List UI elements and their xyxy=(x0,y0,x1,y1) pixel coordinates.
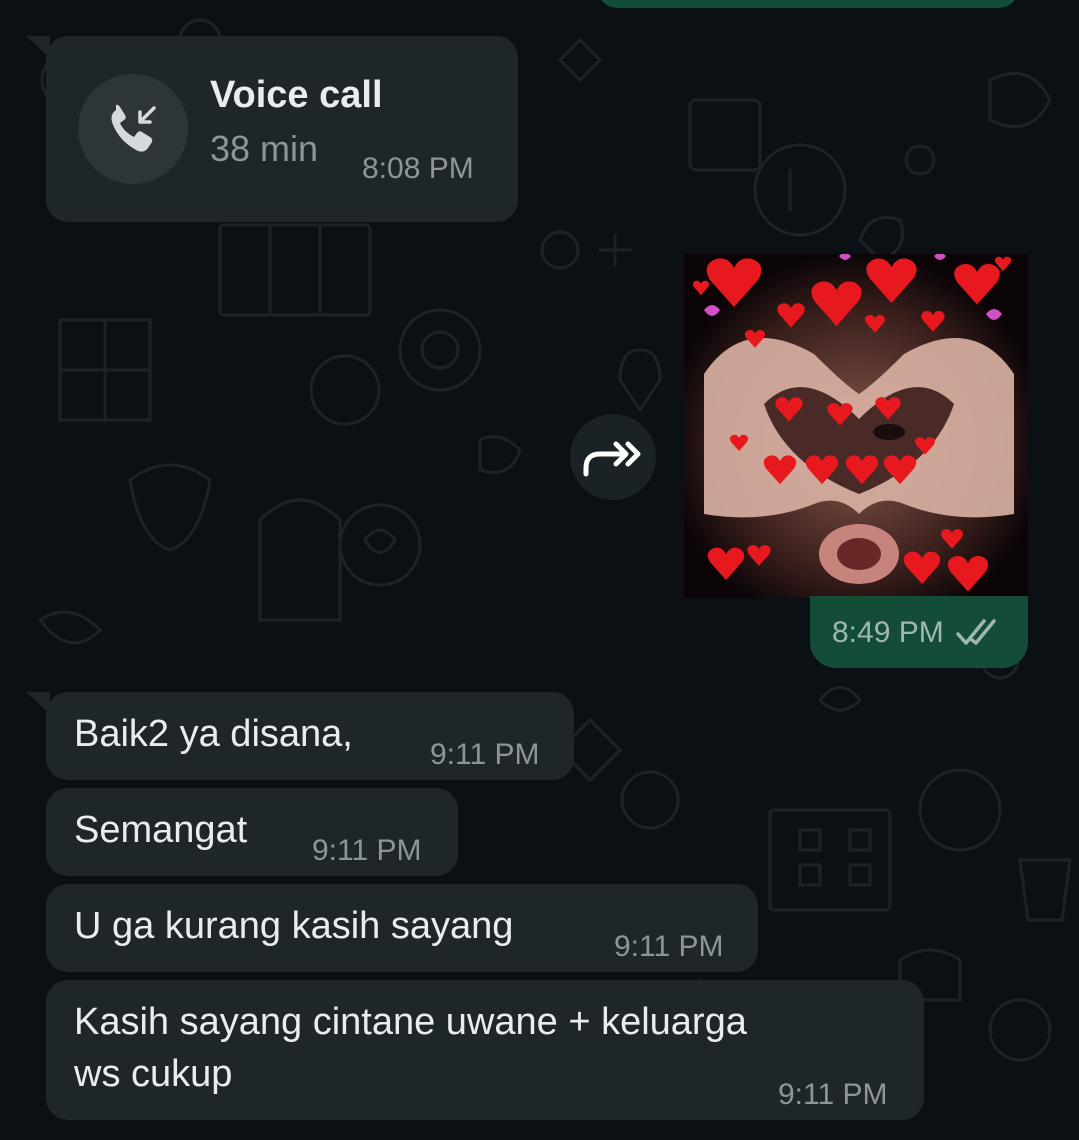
message-text-line-2: ws cukup xyxy=(74,1053,233,1095)
voice-call-message[interactable]: Voice call 38 min 8:08 PM xyxy=(46,36,518,222)
sent-image-footer: 8:49 PM xyxy=(810,596,1028,668)
call-duration: 38 min xyxy=(210,128,319,169)
message-time: 9:11 PM xyxy=(614,930,724,963)
message-bubble[interactable]: Semangat 9:11 PM xyxy=(46,788,458,876)
message-bubble[interactable]: Kasih sayang cintane uwane + keluarga ws… xyxy=(46,980,924,1120)
call-title: Voice call xyxy=(210,74,383,116)
message-text: Semangat xyxy=(74,809,248,851)
sent-image[interactable] xyxy=(684,254,1028,598)
message-text-line-1: Kasih sayang cintane uwane + keluarga xyxy=(74,1001,747,1043)
heart-hands-photo xyxy=(684,254,1028,598)
message-text: U ga kurang kasih sayang xyxy=(74,905,514,947)
chat-view[interactable]: Voice call 38 min 8:08 PM 8:49 PM Baik2 … xyxy=(0,0,1079,1140)
message-bubble[interactable]: U ga kurang kasih sayang 9:11 PM xyxy=(46,884,758,972)
message-text: Baik2 ya disana, xyxy=(74,713,353,755)
message-time: 8:08 PM xyxy=(362,152,474,185)
message-time: 8:49 PM xyxy=(832,616,944,649)
read-receipt-icon xyxy=(956,619,996,645)
message-time: 9:11 PM xyxy=(778,1078,888,1111)
call-icon-button[interactable] xyxy=(78,74,188,184)
message-time: 9:11 PM xyxy=(430,738,540,771)
forward-icon xyxy=(583,441,641,477)
message-bubble[interactable]: Baik2 ya disana, 9:11 PM xyxy=(46,692,574,780)
incoming-call-icon xyxy=(111,104,156,152)
previous-outgoing-bubble-edge xyxy=(596,0,1020,8)
message-time: 9:11 PM xyxy=(312,834,422,867)
forward-button[interactable] xyxy=(570,414,656,500)
